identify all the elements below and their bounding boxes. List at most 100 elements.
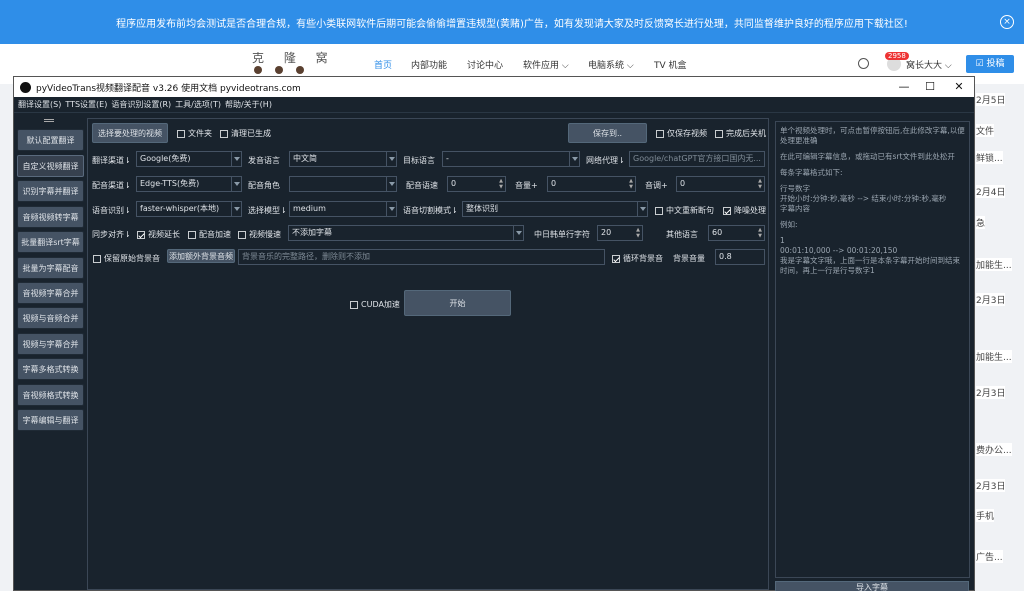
channel-label: 翻译渠道⇂: [92, 156, 131, 165]
nav-forum[interactable]: 讨论中心: [467, 58, 503, 71]
sidebar-handle-icon[interactable]: [44, 119, 54, 122]
banner-close-icon[interactable]: ×: [1000, 15, 1014, 29]
sidebar-item-av-to-subtitle[interactable]: 音频视频转字幕: [17, 206, 84, 228]
spin-arrows-icon[interactable]: ▲ ▼: [499, 178, 503, 190]
site-logo[interactable]: 克 隆 窝: [252, 49, 336, 66]
start-button[interactable]: 开始: [404, 290, 511, 316]
cjk-chars-spinbox[interactable]: 20 ▲ ▼: [597, 225, 643, 241]
loop-bg-checkbox[interactable]: 循环背景音: [612, 253, 663, 264]
subtitle-embed-select[interactable]: 不添加字幕: [288, 225, 524, 241]
only-video-checkbox[interactable]: 仅保存视频: [656, 128, 707, 139]
menu-tts[interactable]: TTS设置(E): [65, 99, 107, 110]
split-mode-select[interactable]: 整体识别: [462, 201, 648, 217]
right-snippet[interactable]: 2月3日: [976, 293, 1006, 306]
right-snippet[interactable]: 加能生...: [976, 258, 1012, 271]
right-snippet[interactable]: 费办公...: [976, 443, 1012, 456]
nav-software[interactable]: 软件应用 ⌵: [523, 58, 569, 71]
right-snippet[interactable]: 2月3日: [976, 479, 1006, 492]
tts-channel-select[interactable]: Edge-TTS(免费): [136, 176, 242, 192]
video-slow-checkbox[interactable]: 视频慢速: [238, 229, 281, 240]
subtitle-editor[interactable]: 单个视频处理时，可点击暂停按钮后,在此修改字幕,以便处理更准确 在此可编辑字幕信…: [775, 121, 970, 578]
sidebar-item-video-audio-merge[interactable]: 视频与音频合并: [17, 307, 84, 329]
spin-arrows-icon[interactable]: ▲ ▼: [629, 178, 633, 190]
search-icon[interactable]: [858, 58, 869, 69]
menu-help[interactable]: 帮助/关于(H): [225, 99, 272, 110]
rebreak-checkbox[interactable]: 中文重新断句: [655, 205, 714, 216]
right-snippet[interactable]: 手机: [976, 509, 995, 522]
video-extend-checkbox[interactable]: 视频延长: [137, 229, 180, 240]
cuda-checkbox[interactable]: CUDA加速: [350, 299, 400, 310]
sidebar-item-batch-srt-translate[interactable]: 批量翻译srt字幕: [17, 231, 84, 253]
video-extend-label: 视频延长: [148, 230, 180, 239]
maximize-icon[interactable]: ☐: [918, 77, 942, 97]
shutdown-checkbox[interactable]: 完成后关机: [715, 128, 766, 139]
sidebar-item-av-subtitle-merge[interactable]: 音视频字幕合并: [17, 282, 84, 304]
nav-tvbox[interactable]: TV 机盒: [654, 58, 687, 71]
checkbox-icon: [655, 206, 663, 215]
src-lang-label: 发音语言: [248, 156, 280, 165]
checkbox-checked-icon: [612, 254, 620, 263]
sync-label: 同步对齐⇂: [92, 230, 131, 239]
model-select[interactable]: medium: [289, 201, 397, 217]
checkbox-icon: [220, 129, 228, 138]
sidebar-item-default-translate[interactable]: 默认配置翻译: [17, 129, 84, 151]
sidebar-item-recognize-translate[interactable]: 识别字幕并翻译: [17, 180, 84, 202]
close-icon[interactable]: ✕: [947, 77, 971, 97]
target-language-select[interactable]: -: [442, 151, 580, 167]
spin-arrows-icon[interactable]: ▲ ▼: [636, 227, 640, 239]
shutdown-label: 完成后关机: [726, 129, 766, 138]
right-snippet[interactable]: 鲜锁...: [976, 151, 1003, 164]
sidebar-item-av-format-convert[interactable]: 音视频格式转换: [17, 384, 84, 406]
user-menu[interactable]: 窝长大大 ⌵: [906, 58, 952, 71]
pitch-spinbox[interactable]: 0 ▲ ▼: [676, 176, 765, 192]
post-button[interactable]: ☑ 投稿: [966, 55, 1014, 73]
sidebar-item-subtitle-edit[interactable]: 字幕编辑与翻译: [17, 409, 84, 431]
nav-internal[interactable]: 内部功能: [411, 58, 447, 71]
asr-select[interactable]: faster-whisper(本地): [136, 201, 242, 217]
bg-audio-path-input[interactable]: 背景音乐的完整路径，删除则不添加: [238, 249, 605, 265]
right-snippet[interactable]: 2月5日: [976, 93, 1006, 106]
sidebar-item-video-subtitle-merge[interactable]: 视频与字幕合并: [17, 333, 84, 355]
add-bg-audio-button[interactable]: 添加额外背景音频: [167, 249, 235, 263]
menu-translate[interactable]: 翻译设置(S): [18, 99, 61, 110]
clean-checkbox[interactable]: 清理已生成: [220, 128, 271, 139]
save-to-button[interactable]: 保存到..: [568, 123, 647, 143]
checkbox-checked-icon: [723, 206, 731, 215]
minimize-icon[interactable]: —: [892, 77, 916, 97]
right-snippet[interactable]: 广告...: [976, 550, 1003, 563]
tts-channel-value: Edge-TTS(免费): [140, 179, 200, 188]
voice-rate-spinbox[interactable]: 0 ▲ ▼: [447, 176, 506, 192]
right-snippet[interactable]: 2月4日: [976, 185, 1006, 198]
source-language-value: 中文简: [293, 154, 317, 163]
sidebar-item-subtitle-convert[interactable]: 字幕多格式转换: [17, 358, 84, 380]
right-snippet[interactable]: 2月3日: [976, 386, 1006, 399]
other-lang-chars-spinbox[interactable]: 60 ▲ ▼: [708, 225, 765, 241]
select-video-button[interactable]: 选择要处理的视频: [92, 123, 168, 143]
denoise-checkbox[interactable]: 降噪处理: [723, 205, 766, 216]
menu-tools[interactable]: 工具/选项(T): [175, 99, 221, 110]
volume-spinbox[interactable]: 0 ▲ ▼: [547, 176, 636, 192]
nav-system[interactable]: 电脑系统 ⌵: [588, 58, 634, 71]
menu-asr[interactable]: 语音识别设置(R): [111, 99, 171, 110]
spin-arrows-icon[interactable]: ▲ ▼: [758, 178, 762, 190]
voice-speed-checkbox[interactable]: 配音加速: [188, 229, 231, 240]
bg-volume-input[interactable]: 0.8: [715, 249, 765, 265]
right-snippet[interactable]: 加能生...: [976, 350, 1012, 363]
sidebar-item-batch-dub[interactable]: 批量为字幕配音: [17, 257, 84, 279]
keep-bg-checkbox[interactable]: 保留原始背景音: [93, 253, 160, 264]
volume-value: 0: [551, 179, 557, 188]
spin-arrows-icon[interactable]: ▲ ▼: [758, 227, 762, 239]
proxy-label[interactable]: 网络代理⇂: [586, 155, 625, 166]
folder-checkbox[interactable]: 文件夹: [177, 128, 212, 139]
import-subtitle-button[interactable]: 导入字幕: [775, 581, 969, 591]
source-language-select[interactable]: 中文简: [289, 151, 397, 167]
right-snippet[interactable]: 急: [976, 216, 986, 229]
chevron-down-icon: [231, 177, 241, 191]
voice-role-select[interactable]: [289, 176, 397, 192]
chevron-down-icon: [637, 202, 647, 216]
right-snippet[interactable]: 文件: [976, 124, 995, 137]
nav-home[interactable]: 首页: [374, 58, 392, 71]
sidebar-item-custom-translate[interactable]: 自定义视频翻译: [17, 155, 84, 177]
translate-channel-select[interactable]: Google(免费): [136, 151, 242, 167]
proxy-input[interactable]: Google/chatGPT官方接口国内无...: [629, 151, 765, 167]
